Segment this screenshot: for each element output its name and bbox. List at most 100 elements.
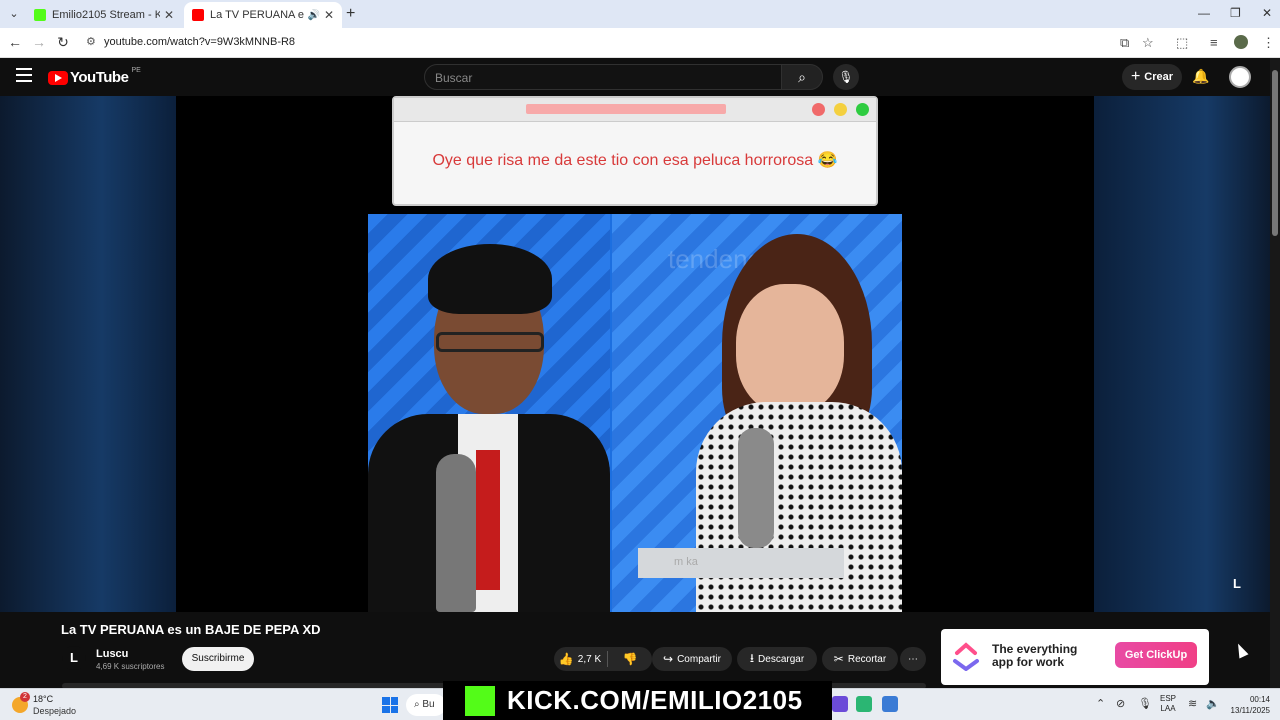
youtube-header: YouTube PE Buscar ⌕ 🎙 + Crear 🔔: [0, 58, 1270, 96]
video-player[interactable]: Oye que risa me da este tio con esa pelu…: [176, 96, 1094, 612]
kick-stream-banner: KICK.COM/EMILIO2105: [443, 681, 832, 720]
tab-youtube-video[interactable]: La TV PERUANA es un BAJE 🔊 ✕: [184, 2, 342, 28]
user-avatar[interactable]: [1229, 66, 1251, 88]
download-button[interactable]: ⭳ Descargar: [737, 647, 817, 671]
podium-label: m ka: [674, 556, 698, 568]
man-glasses: [436, 332, 544, 352]
share-label: Compartir: [677, 653, 721, 665]
channel-watermark-letter: L: [1233, 576, 1241, 591]
browser-profile-avatar[interactable]: [1234, 35, 1248, 49]
create-button[interactable]: + Crear: [1122, 64, 1182, 90]
extensions-icon[interactable]: ⬚: [1176, 35, 1188, 51]
tv-scene: tendencia m ka: [368, 214, 902, 612]
ad-cta-button[interactable]: Get ClickUp: [1115, 642, 1197, 668]
kick-favicon-icon: [34, 9, 46, 21]
dislike-button[interactable]: 👎: [610, 647, 650, 671]
close-tab-icon[interactable]: ✕: [324, 8, 334, 22]
bookmark-star-icon[interactable]: ☆: [1142, 35, 1154, 51]
tray-wifi-icon[interactable]: ≋: [1188, 697, 1197, 710]
like-count: 2,7 K: [577, 653, 602, 665]
windows-start-icon[interactable]: [382, 697, 398, 713]
taskbar-app-discord-icon[interactable]: [832, 696, 848, 712]
like-divider: [607, 651, 608, 667]
omnibox[interactable]: ⚙ youtube.com/watch?v=9W3kMNNB-R8: [80, 31, 1170, 55]
lang-layout: LAA: [1160, 704, 1176, 713]
youtube-wordmark: YouTube: [70, 69, 129, 86]
popup-close-dot: [812, 103, 825, 116]
weather-description[interactable]: Despejado: [33, 706, 76, 716]
plus-icon: +: [1130, 68, 1141, 85]
man-tie: [476, 450, 500, 590]
weather-badge: 2: [20, 692, 30, 702]
notifications-bell-icon[interactable]: 🔔: [1192, 68, 1209, 85]
man-hair: [428, 244, 552, 314]
forward-arrow-icon[interactable]: →: [30, 34, 48, 50]
tab-search-chevron-icon[interactable]: ⌄: [6, 6, 22, 22]
url-text[interactable]: youtube.com/watch?v=9W3kMNNB-R8: [104, 36, 295, 48]
restore-window-icon[interactable]: ❐: [1230, 6, 1241, 20]
browser-menu-icon[interactable]: ⋮: [1262, 35, 1275, 51]
site-info-icon[interactable]: ⚙: [86, 35, 96, 48]
taskbar-app-media-icon[interactable]: [856, 696, 872, 712]
share-button[interactable]: ↪ Compartir: [652, 647, 732, 671]
clickup-ad-banner[interactable]: The everything app for work Get ClickUp: [941, 629, 1209, 685]
search-button[interactable]: ⌕: [781, 64, 823, 90]
youtube-logo[interactable]: YouTube PE: [48, 67, 141, 86]
browser-tab-bar: ⌄ Emilio2105 Stream - Kick Dashb ✕ La TV…: [0, 0, 1280, 28]
tab-kick-dashboard[interactable]: Emilio2105 Stream - Kick Dashb ✕: [26, 2, 182, 28]
close-window-icon[interactable]: ✕: [1262, 6, 1272, 20]
reading-list-icon[interactable]: ≡: [1210, 35, 1218, 50]
tray-volume-icon[interactable]: 🔈: [1206, 697, 1220, 710]
subscribe-button[interactable]: Suscribirme: [182, 647, 254, 671]
thumbs-up-icon: 👍: [558, 652, 574, 666]
taskbar-app-notepad-icon[interactable]: [882, 696, 898, 712]
taskbar-clock[interactable]: 00:14 13/11/2025: [1226, 694, 1270, 716]
search-icon: ⌕: [798, 69, 806, 85]
channel-avatar[interactable]: L: [62, 646, 86, 670]
popup-minimize-dot: [834, 103, 847, 116]
clip-button[interactable]: ✂ Recortar: [822, 647, 898, 671]
lang-code: ESP: [1160, 694, 1177, 703]
create-label: Crear: [1144, 71, 1174, 83]
hamburger-menu-icon[interactable]: [16, 68, 32, 82]
mouse-cursor-icon: [1233, 641, 1249, 659]
reload-icon[interactable]: ↻: [54, 34, 72, 51]
woman-body: [696, 402, 902, 612]
fake-browser-popup: Oye que risa me da este tio con esa pelu…: [392, 96, 878, 206]
clickup-logo-icon: [953, 642, 979, 671]
voice-search-button[interactable]: 🎙: [833, 64, 859, 90]
weather-temperature[interactable]: 18°C: [33, 694, 53, 704]
input-language[interactable]: ESP LAA: [1160, 694, 1176, 714]
search-input[interactable]: Buscar: [424, 64, 782, 90]
back-arrow-icon[interactable]: ←: [6, 34, 24, 50]
popup-maximize-dot: [856, 103, 869, 116]
subscriber-count: 4,69 K suscriptores: [96, 662, 165, 671]
close-tab-icon[interactable]: ✕: [164, 8, 174, 22]
audio-playing-icon[interactable]: 🔊: [307, 10, 319, 21]
microphone-left: [436, 454, 476, 612]
tray-chevron-icon[interactable]: ⌃: [1096, 697, 1105, 710]
install-app-icon[interactable]: ⧉: [1120, 35, 1129, 51]
channel-name[interactable]: Luscu: [96, 648, 128, 660]
more-actions-button[interactable]: ⋯: [900, 647, 926, 671]
tray-mic-icon[interactable]: 🎙: [1138, 697, 1152, 710]
popup-message: Oye que risa me da este tio con esa pelu…: [432, 152, 838, 169]
browser-address-bar: ← → ↻ ⚙ youtube.com/watch?v=9W3kMNNB-R8 …: [0, 28, 1280, 58]
clock-time: 00:14: [1249, 695, 1270, 704]
minimize-window-icon[interactable]: —: [1198, 6, 1210, 20]
woman-face: [736, 284, 844, 414]
taskbar-search-label: Bu: [422, 699, 435, 710]
page-scrollbar[interactable]: [1270, 58, 1280, 688]
new-tab-button[interactable]: +: [346, 5, 355, 23]
taskbar-search[interactable]: ⌕ Bu: [406, 694, 446, 716]
clip-label: Recortar: [847, 653, 887, 665]
scrollbar-thumb[interactable]: [1272, 70, 1278, 236]
share-arrow-icon: ↪: [663, 652, 674, 666]
country-code: PE: [131, 67, 141, 74]
search-placeholder: Buscar: [435, 71, 473, 85]
like-button[interactable]: 👍 2,7 K: [554, 647, 606, 671]
scissors-icon: ✂: [833, 652, 844, 666]
video-title: La TV PERUANA es un BAJE DE PEPA XD: [61, 622, 321, 637]
youtube-favicon-icon: [192, 9, 204, 21]
tray-network-icon[interactable]: ⊘: [1116, 697, 1125, 710]
